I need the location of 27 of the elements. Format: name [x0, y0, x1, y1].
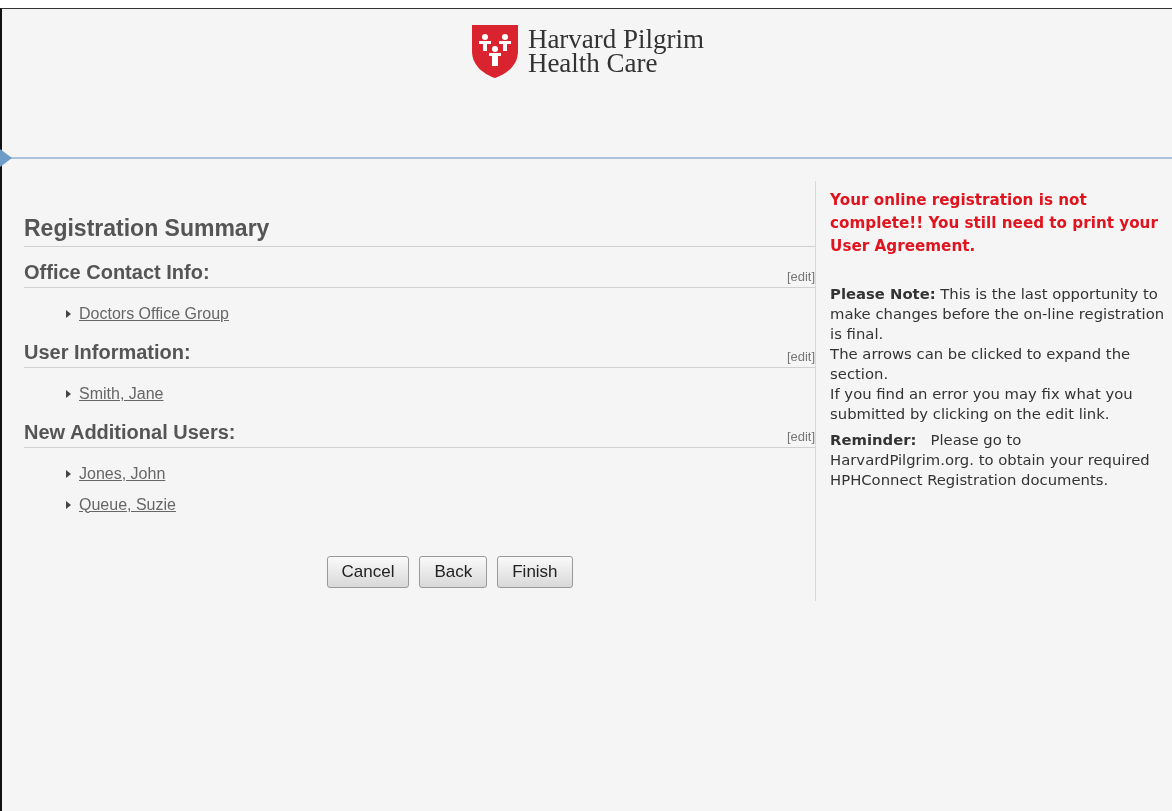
- logo-icon: [469, 23, 520, 79]
- expand-arrow-icon[interactable]: [66, 389, 71, 398]
- section-heading: User Information:: [24, 341, 191, 364]
- entry-link[interactable]: Smith, Jane: [79, 384, 164, 403]
- note-text: Please Note: This is the last opportunity to make changes before the on-line registration is final.: [830, 284, 1166, 344]
- edit-link[interactable]: [edit]: [786, 269, 816, 284]
- entry-link[interactable]: Doctors Office Group: [79, 304, 229, 323]
- section-heading: Office Contact Info:: [24, 261, 210, 284]
- warning-text: Your online registration is not complete!! You still need to print your User Agreement.: [830, 190, 1159, 257]
- summary-title: Registration Summary: [24, 215, 816, 247]
- pointer-icon: [0, 149, 12, 167]
- reminder-text: Reminder: Please go to HarvardPilgrim.org. to obtain your required HPHConnect Registration documents.: [830, 430, 1151, 490]
- edit-link[interactable]: [edit]: [786, 349, 816, 364]
- entry-link[interactable]: Queue, Suzie: [79, 495, 176, 514]
- logo-text: Harvard Pilgrim Health Care: [527, 27, 705, 75]
- expand-arrow-icon[interactable]: [66, 309, 71, 318]
- expand-arrow-icon[interactable]: [66, 500, 71, 509]
- section-heading: New Additional Users:: [24, 421, 236, 444]
- form-button[interactable]: Back: [419, 556, 488, 588]
- entry-link[interactable]: Jones, John: [79, 464, 166, 483]
- website-link[interactable]: HarvardPilgrim.org: [830, 451, 970, 468]
- note-text: The arrows can be clicked to expand the section.: [830, 344, 1132, 384]
- form-button[interactable]: Cancel: [326, 556, 410, 588]
- form-button[interactable]: Finish: [497, 556, 573, 588]
- note-text: If you find an error you may fix what you submitted by clicking on the edit link.: [830, 384, 1134, 424]
- expand-arrow-icon[interactable]: [66, 469, 71, 478]
- edit-link[interactable]: [edit]: [786, 429, 816, 444]
